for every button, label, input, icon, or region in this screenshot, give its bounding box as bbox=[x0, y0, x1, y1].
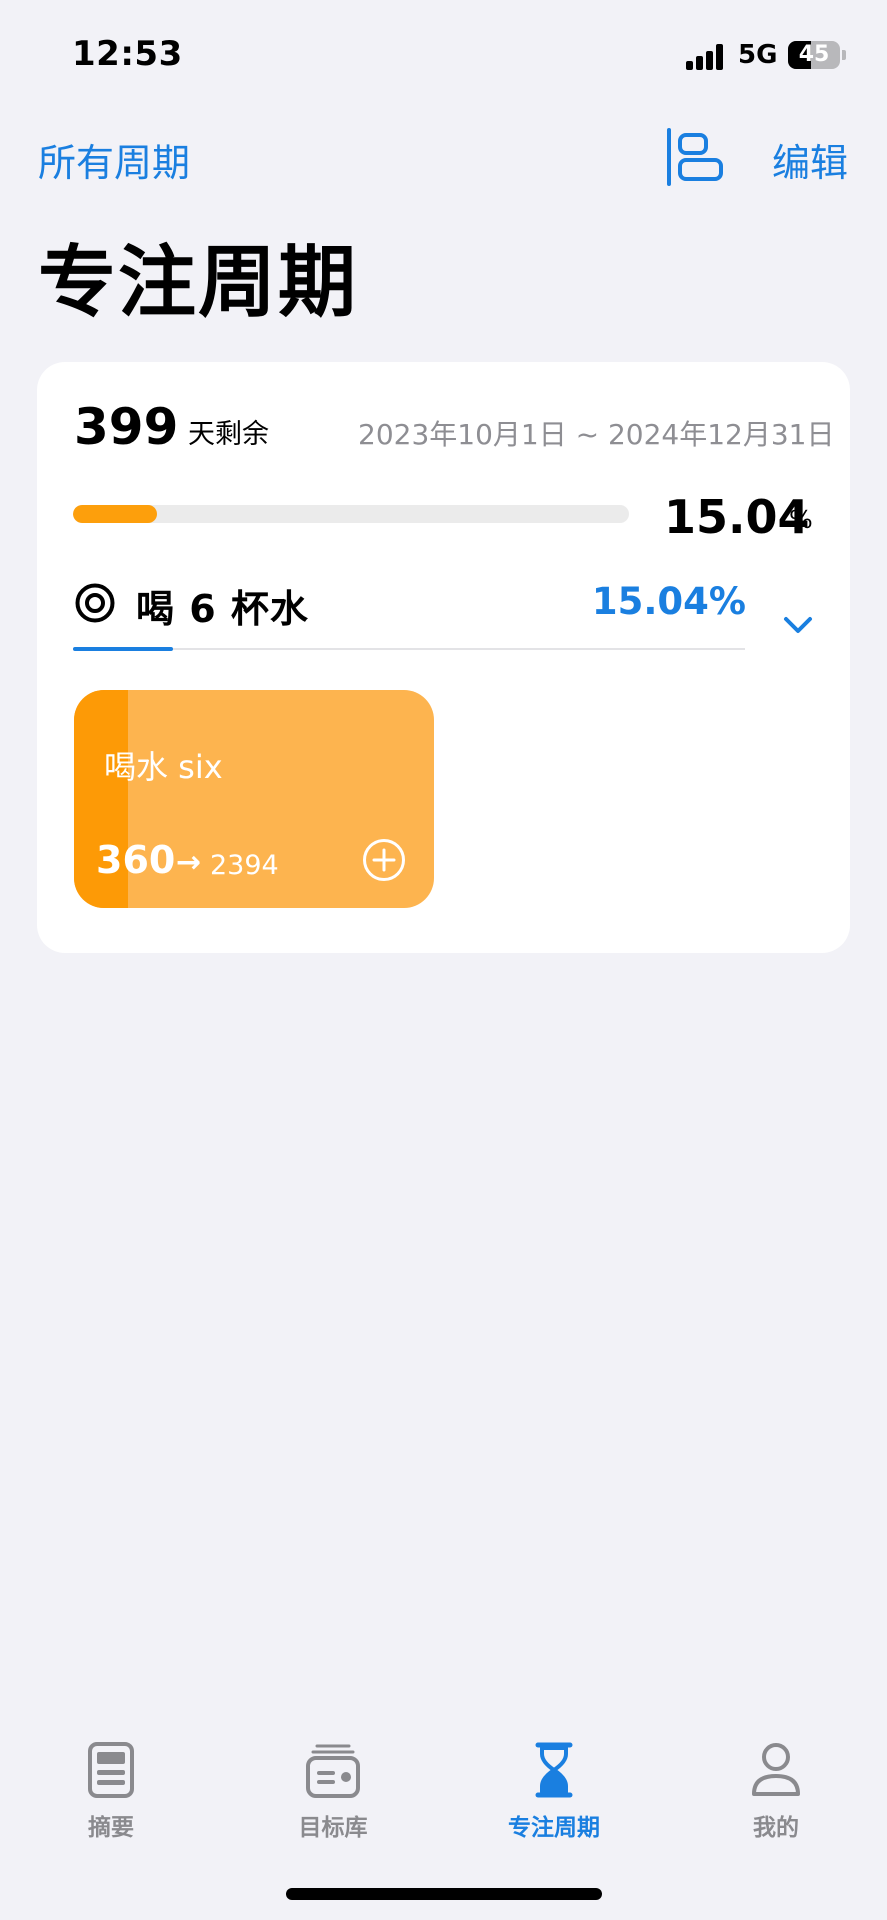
tab-focus-cycle[interactable]: 专注周期 bbox=[474, 1740, 634, 1842]
hourglass-icon bbox=[526, 1740, 582, 1800]
arrow-right-icon: → bbox=[176, 845, 202, 880]
tab-summary-label: 摘要 bbox=[88, 1815, 134, 1841]
edit-button[interactable]: 编辑 bbox=[772, 132, 848, 187]
signal-icon bbox=[686, 44, 730, 70]
habit-target-count: 2394 bbox=[210, 850, 279, 881]
goal-library-icon bbox=[305, 1740, 361, 1800]
cycle-progress-fill bbox=[73, 505, 157, 523]
date-range: 2023年10月1日 ~ 2024年12月31日 bbox=[358, 418, 835, 451]
page-title: 专注周期 bbox=[38, 238, 359, 328]
battery-icon: 45 bbox=[788, 41, 840, 69]
chevron-down-icon[interactable] bbox=[782, 614, 814, 636]
tab-summary[interactable]: 摘要 bbox=[31, 1740, 191, 1842]
battery-level: 45 bbox=[798, 42, 830, 67]
cycle-progress-sign: % bbox=[789, 505, 813, 534]
days-remaining-label: 天剩余 bbox=[188, 419, 269, 450]
target-icon bbox=[74, 582, 116, 624]
days-remaining: 399 bbox=[74, 398, 179, 456]
network-type: 5G bbox=[738, 40, 778, 70]
habit-current-count: 360 bbox=[96, 838, 176, 882]
plus-circle-icon[interactable] bbox=[362, 838, 406, 882]
cycle-progress-bar bbox=[73, 505, 629, 523]
home-indicator[interactable] bbox=[286, 1888, 602, 1900]
status-time: 12:53 bbox=[72, 34, 183, 74]
goal-tab-label[interactable]: 喝 6 杯水 bbox=[136, 578, 309, 633]
sidebar-layout-icon[interactable] bbox=[664, 128, 726, 186]
habit-name: 喝水 six bbox=[104, 748, 223, 786]
goal-tab-indicator bbox=[73, 647, 173, 651]
person-icon bbox=[748, 1740, 804, 1800]
tab-goal-library[interactable]: 目标库 bbox=[253, 1740, 413, 1842]
cycle-progress-value: 15.04 bbox=[664, 490, 810, 544]
tab-focus-cycle-label: 专注周期 bbox=[508, 1815, 600, 1841]
tab-goal-library-label: 目标库 bbox=[298, 1815, 368, 1841]
tab-me[interactable]: 我的 bbox=[696, 1740, 856, 1842]
summary-icon bbox=[83, 1740, 139, 1800]
goal-tab-divider bbox=[73, 648, 745, 650]
battery-tip bbox=[842, 50, 846, 60]
all-cycles-button[interactable]: 所有周期 bbox=[38, 132, 190, 187]
tab-me-label: 我的 bbox=[753, 1815, 799, 1841]
goal-percent: 15.04% bbox=[591, 580, 746, 623]
